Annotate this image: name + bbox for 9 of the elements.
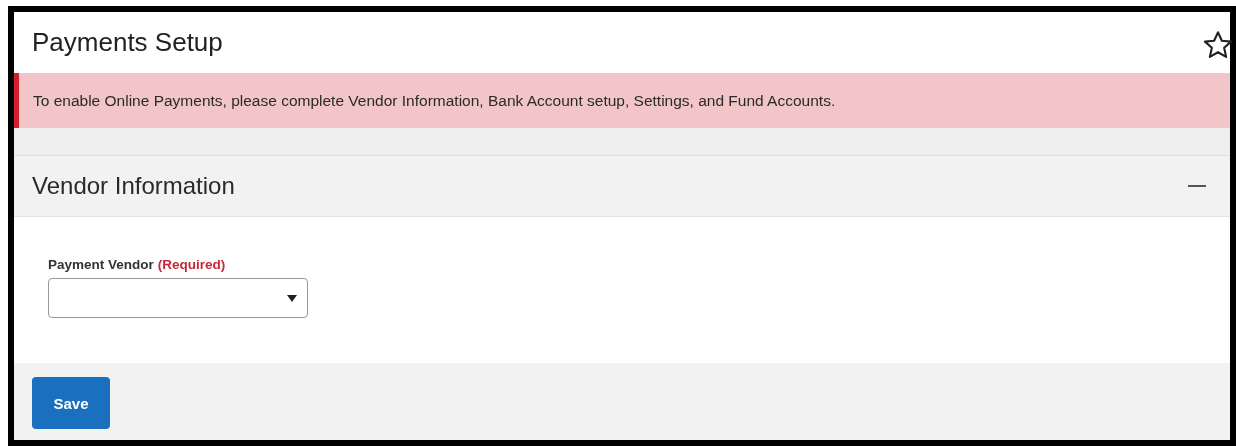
field-label: Payment Vendor [48,257,154,272]
save-button[interactable]: Save [32,377,110,429]
section-title: Vendor Information [32,172,235,200]
page-title: Payments Setup [32,27,223,58]
alert-message: To enable Online Payments, please complete Vendor Information, Bank Account setup, Settings, and Fund Accounts. [33,91,836,110]
dropdown-caret-icon [287,294,297,302]
payment-vendor-dropdown[interactable] [48,278,308,318]
favorite-star-icon[interactable] [1202,28,1234,61]
required-note: (Required) [157,257,226,272]
